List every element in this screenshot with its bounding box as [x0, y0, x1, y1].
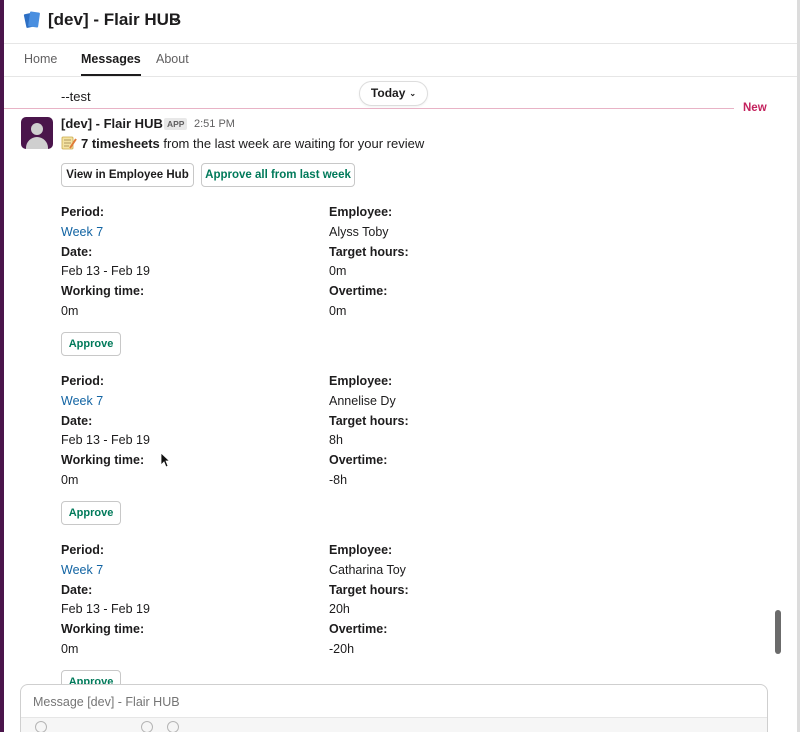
target-hours-label: Target hours: [329, 245, 409, 259]
employee-value: Annelise Dy [329, 394, 396, 408]
workspace-sidebar-edge [0, 0, 4, 732]
overtime-value: -20h [329, 642, 355, 656]
tab-about[interactable]: About [156, 52, 189, 74]
plus-icon[interactable] [35, 721, 47, 732]
new-messages-divider [4, 108, 734, 109]
employee-value: Alyss Toby [329, 225, 389, 239]
target-hours-value: 0m [329, 264, 347, 278]
period-link[interactable]: Week 7 [61, 394, 103, 408]
employee-label: Employee: [329, 543, 393, 557]
period-link[interactable]: Week 7 [61, 563, 103, 577]
avatar[interactable] [21, 117, 53, 149]
message-sender[interactable]: [dev] - Flair HUB [61, 116, 163, 131]
message-text-bold: 7 timesheets [81, 136, 160, 151]
message-composer [20, 684, 768, 732]
message-text-rest: from the last week are waiting for your … [159, 136, 425, 151]
channel-header: [dev] - Flair HUB ⌄ [4, 0, 797, 44]
chevron-down-icon[interactable]: ⌄ [171, 11, 181, 25]
period-link[interactable]: Week 7 [61, 225, 103, 239]
overtime-value: -8h [329, 473, 348, 487]
memo-icon [61, 136, 77, 150]
working-time-value: 0m [61, 473, 79, 487]
date-value: Feb 13 - Feb 19 [61, 264, 150, 278]
approve-button[interactable]: Approve [61, 501, 121, 525]
target-hours-label: Target hours: [329, 414, 409, 428]
target-hours-value: 8h [329, 433, 343, 447]
date-value: Feb 13 - Feb 19 [61, 433, 150, 447]
date-divider-button[interactable]: Today ⌄ [359, 81, 428, 106]
overtime-value: 0m [329, 304, 347, 318]
approve-all-button[interactable]: Approve all from last week [201, 163, 355, 187]
channel-tabs: Home Messages About [4, 45, 797, 77]
composer-toolbar [21, 717, 767, 732]
employee-value: Catharina Toy [329, 563, 406, 577]
emoji-icon[interactable] [141, 721, 153, 732]
period-label: Period: [61, 205, 105, 219]
message-input[interactable] [33, 695, 733, 709]
target-hours-label: Target hours: [329, 583, 409, 597]
new-messages-label: New [743, 102, 767, 114]
period-label: Period: [61, 543, 105, 557]
overtime-label: Overtime: [329, 453, 388, 467]
working-time-value: 0m [61, 642, 79, 656]
working-time-value: 0m [61, 304, 79, 318]
view-in-employee-hub-button[interactable]: View in Employee Hub [61, 163, 194, 187]
app-badge: APP [164, 118, 188, 130]
message-text: 7 timesheets from the last week are wait… [61, 136, 424, 151]
tab-home[interactable]: Home [24, 52, 57, 74]
period-label: Period: [61, 374, 105, 388]
mention-icon[interactable] [167, 721, 179, 732]
employee-label: Employee: [329, 205, 393, 219]
message-timestamp[interactable]: 2:51 PM [194, 118, 235, 130]
approve-button[interactable]: Approve [61, 332, 121, 356]
date-divider-label: Today [370, 86, 406, 100]
target-hours-value: 20h [329, 602, 350, 616]
working-time-label: Working time: [61, 453, 145, 467]
date-label: Date: [61, 583, 93, 597]
date-label: Date: [61, 245, 93, 259]
working-time-label: Working time: [61, 622, 145, 636]
overtime-label: Overtime: [329, 284, 388, 298]
overtime-label: Overtime: [329, 622, 388, 636]
channel-title[interactable]: [dev] - Flair HUB [48, 10, 181, 30]
date-label: Date: [61, 414, 93, 428]
scrollbar-thumb[interactable] [775, 610, 781, 654]
mouse-pointer-icon [160, 452, 170, 468]
tab-messages[interactable]: Messages [81, 52, 141, 76]
employee-label: Employee: [329, 374, 393, 388]
chevron-down-icon: ⌄ [409, 89, 417, 98]
date-value: Feb 13 - Feb 19 [61, 602, 150, 616]
app-logo-icon [23, 11, 40, 28]
working-time-label: Working time: [61, 284, 145, 298]
previous-message-text: --test [61, 89, 91, 104]
